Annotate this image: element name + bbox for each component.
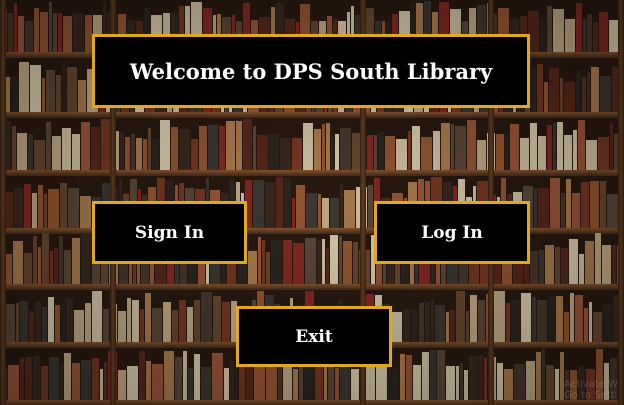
activation-watermark: Activate W Go to Setti (564, 379, 618, 401)
log-in-button[interactable]: Log In (374, 201, 530, 264)
exit-button[interactable]: Exit (236, 306, 392, 367)
watermark-line-2: Go to Setti (563, 390, 618, 401)
log-in-label: Log In (421, 222, 483, 243)
welcome-title-text: Welcome to DPS South Library (129, 58, 493, 84)
exit-label: Exit (295, 326, 333, 347)
sign-in-label: Sign In (134, 222, 205, 243)
welcome-title: Welcome to DPS South Library (92, 34, 530, 108)
watermark-line-1: Activate W (563, 379, 618, 390)
sign-in-button[interactable]: Sign In (92, 201, 247, 264)
